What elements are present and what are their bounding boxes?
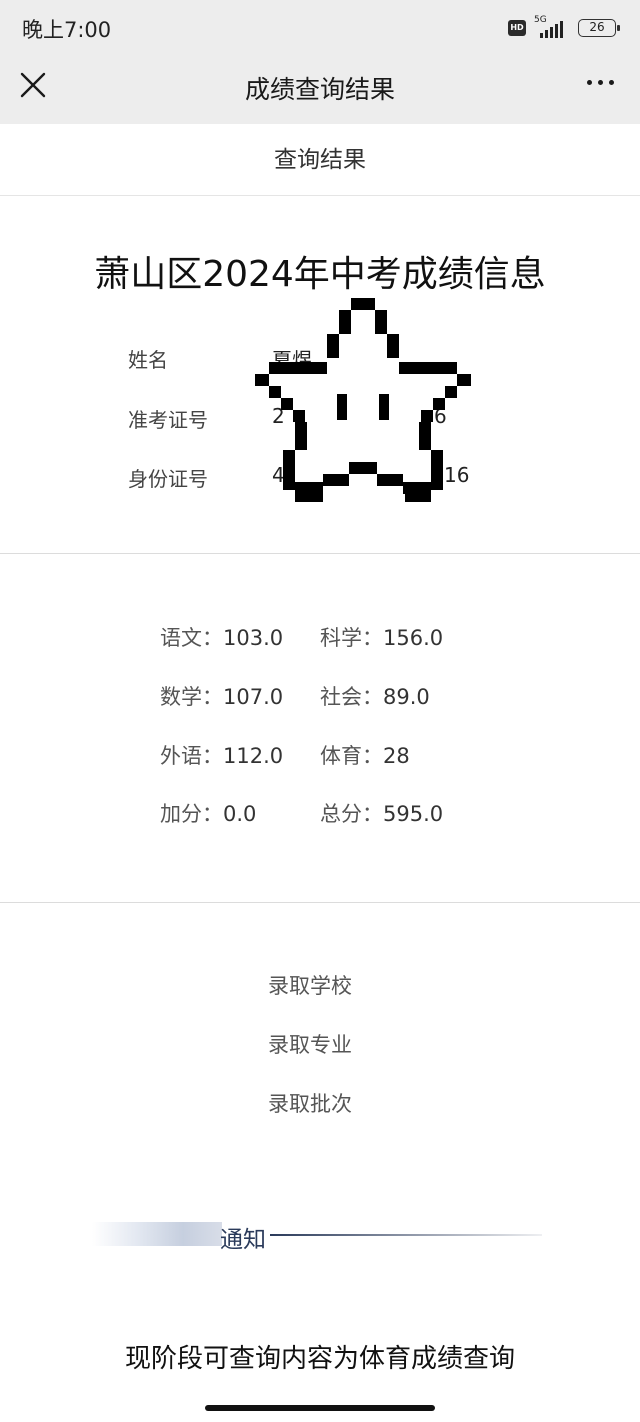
page-title: 成绩查询结果 — [244, 75, 395, 104]
score-label: 加分： — [160, 802, 223, 826]
score-value: 107.0 — [223, 685, 284, 709]
score-chinese: 语文：103.0 — [160, 622, 283, 652]
notice-decoration — [92, 1222, 222, 1246]
score-label: 外语： — [160, 744, 223, 768]
score-value: 156.0 — [383, 626, 444, 650]
score-value: 89.0 — [383, 685, 430, 709]
score-english: 外语：112.0 — [160, 740, 283, 770]
signal-icon: 5G — [534, 15, 570, 38]
exam-number-label: 准考证号 — [128, 408, 208, 432]
notice-content: 现阶段可查询内容为体育成绩查询 — [124, 1344, 515, 1374]
score-value: 28 — [383, 744, 410, 768]
more-icon-dot — [598, 80, 603, 85]
battery-level: 26 — [589, 20, 605, 34]
notice-title: 通知 — [220, 1227, 266, 1253]
score-social: 社会：89.0 — [320, 681, 430, 711]
name-label: 姓名 — [128, 348, 168, 372]
nav-bar: 成绩查询结果 — [0, 56, 640, 124]
score-value: 103.0 — [223, 626, 284, 650]
score-science: 科学：156.0 — [320, 622, 443, 652]
hd-icon: HD — [508, 20, 526, 36]
score-value: 595.0 — [383, 802, 444, 826]
admission-major-label: 录取专业 — [268, 1033, 352, 1057]
battery-icon: 26 — [578, 19, 620, 37]
id-number-label: 身份证号 — [128, 467, 208, 491]
section-header: 查询结果 — [0, 124, 640, 196]
score-label: 语文： — [160, 626, 223, 650]
score-total: 总分：595.0 — [320, 798, 443, 828]
score-label: 社会： — [320, 685, 383, 709]
more-icon-dot — [587, 80, 592, 85]
divider — [0, 553, 640, 554]
privacy-star-mosaic — [255, 298, 471, 502]
status-time: 晚上7:00 — [22, 18, 112, 42]
score-bonus: 加分：0.0 — [160, 798, 256, 828]
score-value: 112.0 — [223, 744, 284, 768]
result-title: 萧山区2024年中考成绩信息 — [94, 254, 546, 295]
notice-line — [270, 1234, 542, 1236]
notice-header: 通知 — [92, 1220, 542, 1253]
home-indicator[interactable] — [205, 1405, 435, 1411]
score-pe: 体育：28 — [320, 740, 410, 770]
score-label: 科学： — [320, 626, 383, 650]
status-bar: 晚上7:00 HD 5G 26 — [0, 0, 640, 56]
more-button[interactable] — [587, 80, 614, 85]
score-math: 数学：107.0 — [160, 681, 283, 711]
status-icons: HD 5G 26 — [508, 15, 620, 39]
admission-batch-label: 录取批次 — [268, 1092, 352, 1116]
admission-school-label: 录取学校 — [268, 974, 352, 998]
score-value: 0.0 — [223, 802, 257, 826]
score-label: 数学： — [160, 685, 223, 709]
score-label: 体育： — [320, 744, 383, 768]
more-icon-dot — [609, 80, 614, 85]
score-label: 总分： — [320, 802, 383, 826]
divider — [0, 902, 640, 903]
